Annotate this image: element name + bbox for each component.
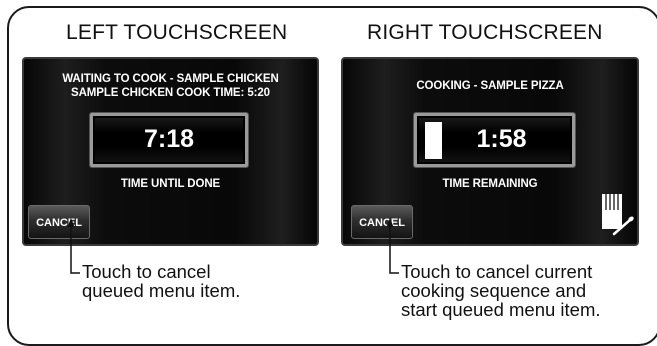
- right-callout-line-2: cooking sequence and: [401, 280, 587, 301]
- left-callout-line-1: Touch to cancel: [82, 261, 211, 282]
- left-callout-line-2: queued menu item.: [82, 280, 241, 301]
- right-callout-line-3: start queued menu item.: [401, 299, 601, 320]
- right-callout-note: Touch to cancel current cooking sequence…: [401, 262, 601, 319]
- left-callout-note: Touch to cancel queued menu item.: [82, 262, 240, 300]
- right-callout-line-1: Touch to cancel current: [401, 261, 593, 282]
